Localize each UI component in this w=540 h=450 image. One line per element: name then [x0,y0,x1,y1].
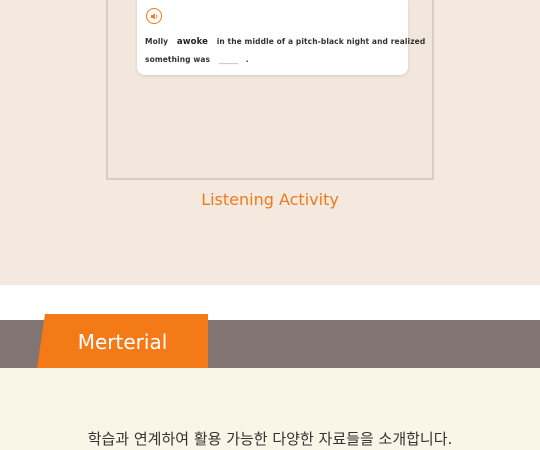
play-audio-button[interactable] [146,8,162,24]
answer-word[interactable]: awoke [177,37,208,47]
banner-tab: Merterial [37,314,208,368]
page: Molly awoke in the middle of a pitch-bla… [0,0,540,450]
banner-title: Merterial [77,330,168,354]
sentence-text: Molly [145,37,169,46]
sentence-period: . [245,55,249,64]
sentence-text: in the middle of a pitch-black night and… [216,37,426,46]
material-intro-text: 학습과 연계하여 활용 가능한 다양한 자료들을 소개합니다. [87,430,453,448]
activity-caption: Listening Activity [201,190,339,209]
sentence-text: something was [145,55,211,64]
sentence-line-2: something was _____ . [145,55,249,64]
sentence-line-1: Molly awoke in the middle of a pitch-bla… [145,37,425,47]
speaker-icon [150,12,157,20]
answer-blank[interactable]: _____ [219,55,238,64]
listening-activity-section: Molly awoke in the middle of a pitch-bla… [0,0,540,285]
